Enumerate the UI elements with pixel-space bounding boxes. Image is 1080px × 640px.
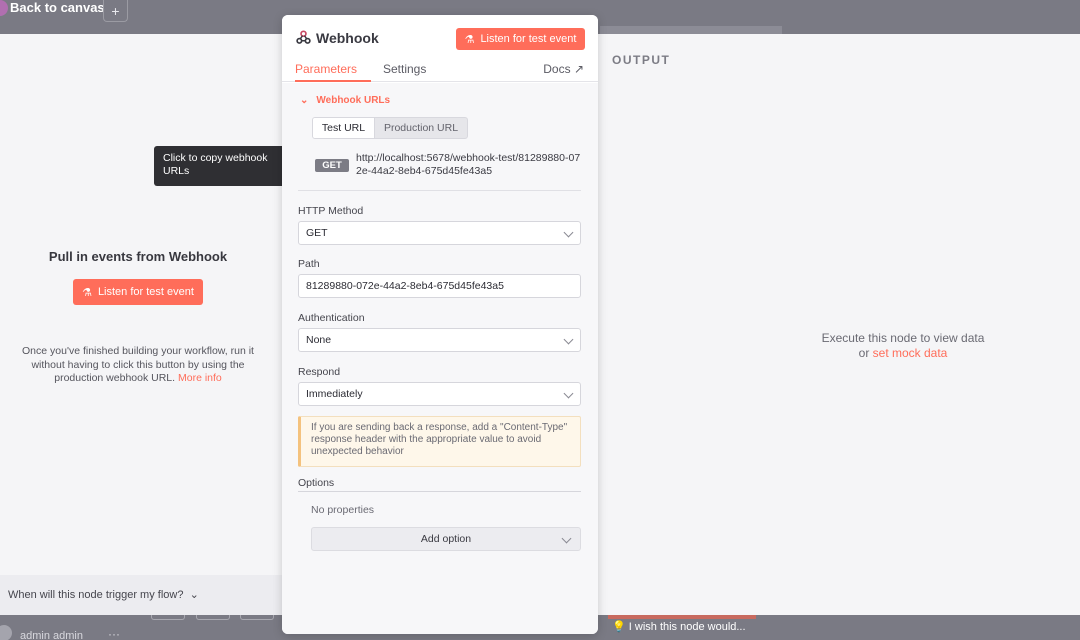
listen-test-event-button[interactable]: ⚗ Listen for test event — [456, 28, 585, 50]
no-properties-text: No properties — [311, 504, 375, 516]
feedback-bar — [608, 615, 756, 619]
flask-icon: ⚗ — [82, 286, 92, 299]
execute-node-text: Execute this node to view data — [821, 331, 985, 345]
feedback-link[interactable]: 💡 I wish this node would... — [612, 620, 746, 633]
options-divider — [298, 491, 581, 492]
divider — [298, 190, 581, 191]
back-to-canvas-link[interactable]: Back to canvas — [10, 0, 105, 15]
chevron-down-icon: ⌄ — [186, 589, 199, 601]
add-tab-button[interactable]: + — [103, 0, 128, 22]
output-panel: OUTPUT Execute this node to view data or… — [598, 34, 1080, 615]
feedback-label: I wish this node would... — [628, 621, 746, 633]
back-arrow-icon — [0, 0, 8, 16]
active-tab-indicator — [295, 80, 371, 82]
zoom-control[interactable] — [151, 615, 185, 620]
chevron-down-icon — [563, 334, 574, 345]
user-name: admin admin — [20, 630, 83, 640]
options-label: Options — [298, 477, 335, 489]
or-text: or — [858, 346, 870, 360]
chevron-down-icon — [563, 388, 574, 399]
more-info-link[interactable]: More info — [178, 372, 222, 384]
modal-header: Webhook ⚗ Listen for test event Paramete… — [282, 15, 598, 82]
webhook-urls-label: Webhook URLs — [316, 95, 391, 106]
listen-button-label: Listen for test event — [97, 286, 194, 298]
avatar[interactable] — [0, 625, 12, 640]
external-link-icon: ↗ — [573, 62, 584, 76]
docs-link[interactable]: Docs ↗ — [543, 62, 584, 76]
path-value: 81289880-072e-44a2-8eb4-675d45fe43a5 — [306, 280, 504, 292]
tab-parameters[interactable]: Parameters — [295, 62, 357, 76]
chevron-down-icon: ⌄ — [300, 95, 309, 106]
chevron-down-icon — [561, 533, 572, 544]
docs-label: Docs — [543, 62, 571, 76]
http-method-label: HTTP Method — [298, 205, 364, 217]
webhook-icon — [296, 30, 311, 44]
input-panel-info: Once you've finished building your workf… — [16, 345, 260, 386]
input-panel: Pull in events from Webhook ⚗ Listen for… — [0, 34, 282, 615]
output-panel-title: OUTPUT — [612, 53, 671, 67]
chevron-down-icon — [563, 227, 574, 238]
background-tab — [600, 26, 782, 34]
zoom-control[interactable] — [196, 615, 230, 620]
http-method-select[interactable]: GET — [298, 221, 581, 245]
path-label: Path — [298, 258, 320, 270]
listen-test-event-button-left[interactable]: ⚗ Listen for test event — [73, 279, 203, 305]
input-panel-title: Pull in events from Webhook — [48, 249, 228, 264]
production-url-option[interactable]: Production URL — [375, 118, 467, 138]
add-option-button[interactable]: Add option — [311, 527, 581, 551]
lightbulb-icon: 💡 — [612, 621, 629, 633]
content-type-notice: If you are sending back a response, add … — [298, 416, 581, 467]
modal-tabs: Parameters Settings Docs ↗ — [282, 60, 598, 82]
node-settings-modal: Webhook ⚗ Listen for test event Paramete… — [282, 15, 598, 634]
output-empty-state: Execute this node to view data or set mo… — [808, 331, 998, 361]
path-input[interactable]: 81289880-072e-44a2-8eb4-675d45fe43a5 — [298, 274, 581, 298]
authentication-select[interactable]: None — [298, 328, 581, 352]
webhook-urls-toggle[interactable]: ⌄ Webhook URLs — [300, 95, 390, 106]
test-url-option[interactable]: Test URL — [313, 118, 375, 138]
respond-value: Immediately — [306, 388, 363, 400]
add-option-label: Add option — [420, 533, 472, 545]
listen-button-label: Listen for test event — [480, 33, 577, 45]
method-badge: GET — [315, 159, 349, 172]
trigger-question-toggle[interactable]: When will this node trigger my flow? ⌄ — [0, 575, 282, 615]
authentication-value: None — [306, 334, 332, 346]
set-mock-data-link[interactable]: set mock data — [873, 346, 948, 360]
zoom-control[interactable] — [240, 615, 274, 620]
parameters-panel: ⌄ Webhook URLs Test URL Production URL GE… — [282, 83, 598, 634]
authentication-label: Authentication — [298, 312, 365, 324]
respond-label: Respond — [298, 366, 341, 378]
flask-icon: ⚗ — [464, 33, 475, 46]
trigger-question-label: When will this node trigger my flow? — [8, 589, 184, 601]
url-type-switch: Test URL Production URL — [312, 117, 468, 139]
tab-settings[interactable]: Settings — [383, 62, 426, 76]
respond-select[interactable]: Immediately — [298, 382, 581, 406]
node-title: Webhook — [316, 30, 379, 46]
copy-url-tooltip: Click to copy webhook URLs — [154, 146, 307, 186]
webhook-url[interactable]: http://localhost:5678/webhook-test/81289… — [356, 152, 581, 178]
more-options-icon[interactable]: ··· — [108, 627, 120, 640]
http-method-value: GET — [306, 227, 328, 239]
